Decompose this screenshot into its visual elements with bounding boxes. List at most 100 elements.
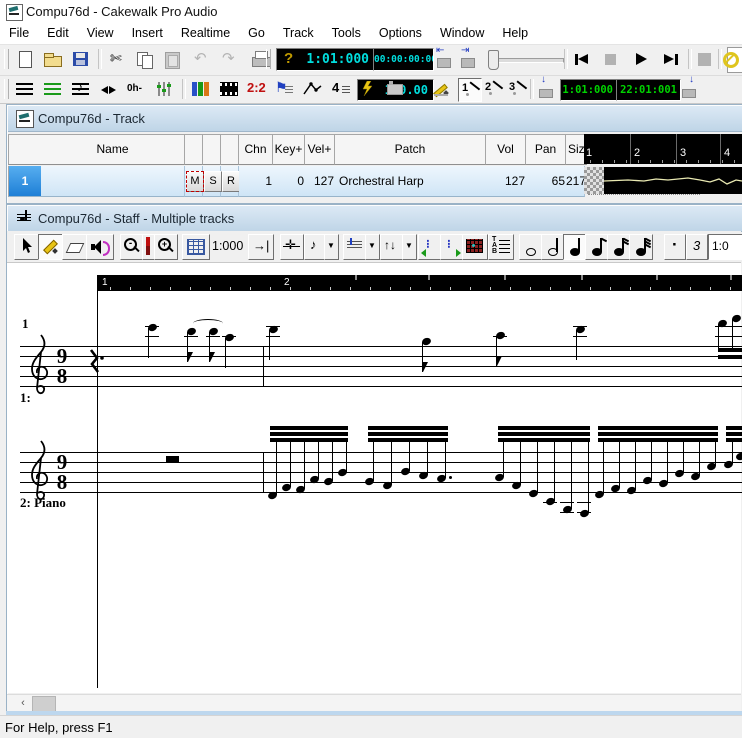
col-header-name[interactable]: Name (41, 134, 185, 165)
paste-button[interactable] (160, 48, 186, 71)
col-header-chn[interactable]: Chn (239, 134, 273, 165)
col-header-solo[interactable] (203, 134, 221, 165)
zoom-in-button[interactable]: + (154, 234, 178, 260)
col-header-patch[interactable]: Patch (335, 134, 486, 165)
track-key-cell[interactable]: 0 (273, 166, 309, 197)
staff-view-button[interactable]: ♪ (68, 78, 94, 100)
col-header-mute[interactable] (185, 134, 203, 165)
draw-tool-button[interactable] (38, 234, 64, 260)
step-back-button[interactable]: ⇤ (434, 48, 454, 71)
track-view-button[interactable] (12, 78, 38, 100)
staff-window-titlebar[interactable]: Compu76d - Staff - Multiple tracks (8, 206, 742, 232)
col-header-vol[interactable]: Vol (486, 134, 526, 165)
menu-window[interactable]: Window (431, 24, 493, 44)
track-pan-cell[interactable]: 65 (526, 166, 570, 197)
track-name-cell[interactable] (41, 166, 185, 197)
col-header-key[interactable]: Key+ (273, 134, 305, 165)
stop-button[interactable] (598, 48, 624, 71)
tab-view-button[interactable]: TAB (488, 234, 514, 260)
new-file-button[interactable] (12, 48, 38, 71)
redo-button[interactable]: ↷ (218, 48, 244, 71)
event-list-view-button[interactable] (40, 78, 66, 100)
col-header-pan[interactable]: Pan (526, 134, 566, 165)
thru-time-display[interactable]: 22:01:001 (616, 79, 681, 101)
track-size-cell[interactable]: 217 (566, 166, 585, 197)
track-number-cell[interactable]: 1 (8, 166, 42, 197)
menu-file[interactable]: File (0, 24, 38, 44)
step-forward-button[interactable]: ⇥ (458, 48, 478, 71)
menu-go[interactable]: Go (239, 24, 274, 44)
set-thru-button[interactable]: ↓ (680, 78, 700, 100)
duration-quarter-button[interactable] (563, 234, 587, 260)
layout-box[interactable] (343, 234, 367, 260)
score-surface[interactable] (7, 263, 741, 693)
big-time-view-button[interactable]: 2:2 (244, 78, 270, 100)
meter-key-view-button[interactable]: 4 (328, 78, 354, 100)
smpte-time-display[interactable]: 00:00:00:00 (373, 48, 434, 71)
play-button[interactable] (628, 48, 654, 71)
mute-button[interactable]: M (186, 171, 204, 192)
audio-view-button[interactable] (96, 78, 122, 100)
faders-view-button[interactable] (152, 78, 178, 100)
position-slider-track[interactable] (492, 58, 564, 63)
duration-thirtysecond-button[interactable] (629, 234, 653, 260)
midi-clip[interactable] (604, 167, 742, 194)
set-from-button[interactable]: ↓ (536, 78, 556, 100)
note-value-dropdown[interactable]: ▼ (324, 234, 339, 260)
title-bar[interactable]: Compu76d - Cakewalk Pro Audio (0, 0, 742, 25)
col-header-vel[interactable]: Vel+ (305, 134, 335, 165)
transpose-dropdown[interactable]: ▼ (402, 234, 417, 260)
cut-button[interactable]: ✄ (104, 48, 130, 71)
go-to-end-button[interactable] (658, 48, 684, 71)
tempo-ratio-2-button[interactable]: 2 (482, 78, 504, 100)
menu-options[interactable]: Options (370, 24, 431, 44)
track-chn-cell[interactable]: 1 (239, 166, 277, 197)
fretboard-button[interactable] (462, 234, 488, 260)
position-slider-thumb[interactable] (488, 50, 499, 70)
panic-button[interactable] (720, 48, 738, 71)
record-button[interactable] (692, 48, 718, 71)
sysx-view-button[interactable] (356, 78, 382, 100)
copy-button[interactable] (132, 48, 158, 71)
duration-whole-button[interactable] (519, 234, 543, 260)
select-tool-button[interactable] (14, 234, 40, 260)
rewind-button[interactable] (568, 48, 594, 71)
duration-triplet-button[interactable]: 3 (686, 234, 708, 260)
layout-dropdown[interactable]: ▼ (365, 234, 380, 260)
step-record-back-button[interactable]: ⁝ (418, 234, 442, 260)
duration-eighth-button[interactable] (585, 234, 609, 260)
track-vel-cell[interactable]: 127 (305, 166, 339, 197)
snap-to-button[interactable]: →| (248, 234, 274, 260)
track-vol-cell[interactable]: 127 (486, 166, 530, 197)
menu-view[interactable]: View (78, 24, 123, 44)
layouts-button[interactable] (384, 78, 406, 100)
menu-tools[interactable]: Tools (323, 24, 370, 44)
erase-tool-button[interactable] (62, 234, 88, 260)
piano-roll-view-button[interactable]: 0h- (124, 78, 150, 100)
zoom-out-button[interactable]: - (120, 234, 144, 260)
crosshair-button[interactable]: ✛ (280, 234, 304, 260)
help-button[interactable]: ? (276, 48, 302, 71)
track-window-titlebar[interactable]: Compu76d - Track (8, 106, 742, 132)
tempo-ratio-3-button[interactable]: 3 (506, 78, 528, 100)
duration-sixteenth-button[interactable] (607, 234, 631, 260)
save-file-button[interactable] (68, 48, 94, 71)
menu-edit[interactable]: Edit (38, 24, 78, 44)
col-header-record[interactable] (221, 134, 239, 165)
step-record-forward-button[interactable]: ⁝ (440, 234, 464, 260)
tempo-ratio-1-button[interactable]: 1 (458, 78, 482, 102)
audition-tool-button[interactable] (86, 234, 114, 260)
tempo-view-button[interactable] (300, 78, 326, 100)
track-ruler[interactable]: 1234 (584, 134, 742, 164)
duration-dot-button[interactable]: · (664, 234, 686, 260)
col-header-number[interactable] (8, 134, 42, 165)
record-arm-button[interactable]: R (222, 171, 240, 192)
console-view-button[interactable] (188, 78, 214, 100)
tempo-ratio-edit-button[interactable] (430, 78, 454, 100)
scroll-left-arrow[interactable]: ‹ (15, 696, 31, 711)
menu-insert[interactable]: Insert (123, 24, 172, 44)
track-patch-cell[interactable]: Orchestral Harp (335, 166, 490, 197)
note-value-box[interactable]: ♪ (304, 234, 326, 260)
transpose-box[interactable]: ↑↓ (380, 234, 404, 260)
open-file-button[interactable] (40, 48, 66, 71)
